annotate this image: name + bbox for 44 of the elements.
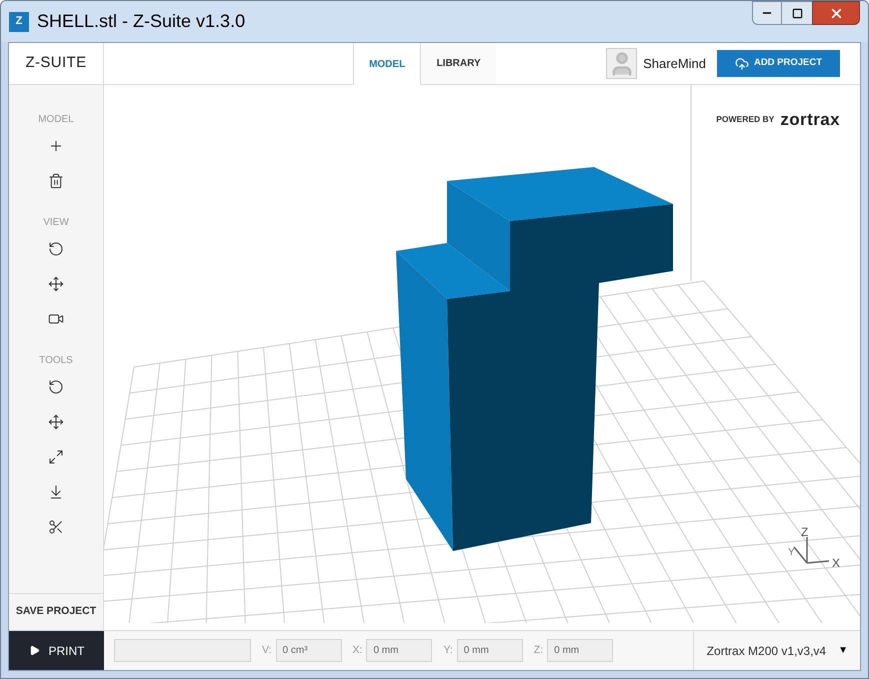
move-icon[interactable] [48,414,64,430]
scale-icon[interactable] [48,449,64,465]
close-button[interactable] [812,1,860,25]
rotate-icon[interactable] [48,241,64,257]
print-button[interactable]: PRINT [9,631,104,670]
maximize-icon [792,8,802,18]
value-field[interactable]: 0 mm [547,639,614,662]
empty-field[interactable] [114,639,251,662]
scissors-icon[interactable] [48,519,64,535]
powered-by-label: POWERED BY [716,113,774,126]
move-icon[interactable] [48,276,64,292]
field-label: Z: [534,642,544,658]
app-logo: Z-SUITE [9,43,104,84]
field-label: V: [262,642,272,658]
value-field[interactable]: 0 mm [456,639,523,662]
section-title: TOOLS [39,354,73,368]
brand-logo: zortrax [780,109,840,131]
rotate-icon[interactable] [48,379,64,395]
section-title: VIEW [43,216,69,230]
field-label: Y: [443,642,453,658]
lay-flat-icon[interactable] [48,484,64,500]
add-project-button[interactable]: ADD PROJECT [717,50,840,77]
value-field[interactable]: 0 cm³ [276,639,342,662]
app-icon: Z [9,12,29,32]
axis-gizmo [793,536,830,564]
nav-tab[interactable]: LIBRARY [421,43,496,84]
trash-icon[interactable] [48,173,64,189]
field-label: X: [352,642,362,658]
maximize-button[interactable] [782,1,812,25]
user-avatar [606,48,638,79]
minimize-button[interactable] [752,1,782,25]
axis-label: Z [801,525,808,539]
nav-tab[interactable]: MODEL [353,43,422,85]
axis-label: Y [788,547,795,558]
window-title: SHELL.stl - Z-Suite v1.3.0 [37,10,246,33]
play-icon [28,645,40,656]
add-icon[interactable] [48,138,64,154]
value-field[interactable]: 0 mm [366,639,432,662]
printer-select[interactable]: Zortrax M200 v1,v3,v4 [706,642,826,660]
dropdown-caret[interactable]: ▼ [838,643,848,658]
cloud-upload-icon [734,56,749,70]
axis-label: X [832,556,840,570]
section-title: MODEL [38,113,74,127]
user-name: ShareMind [643,54,706,73]
